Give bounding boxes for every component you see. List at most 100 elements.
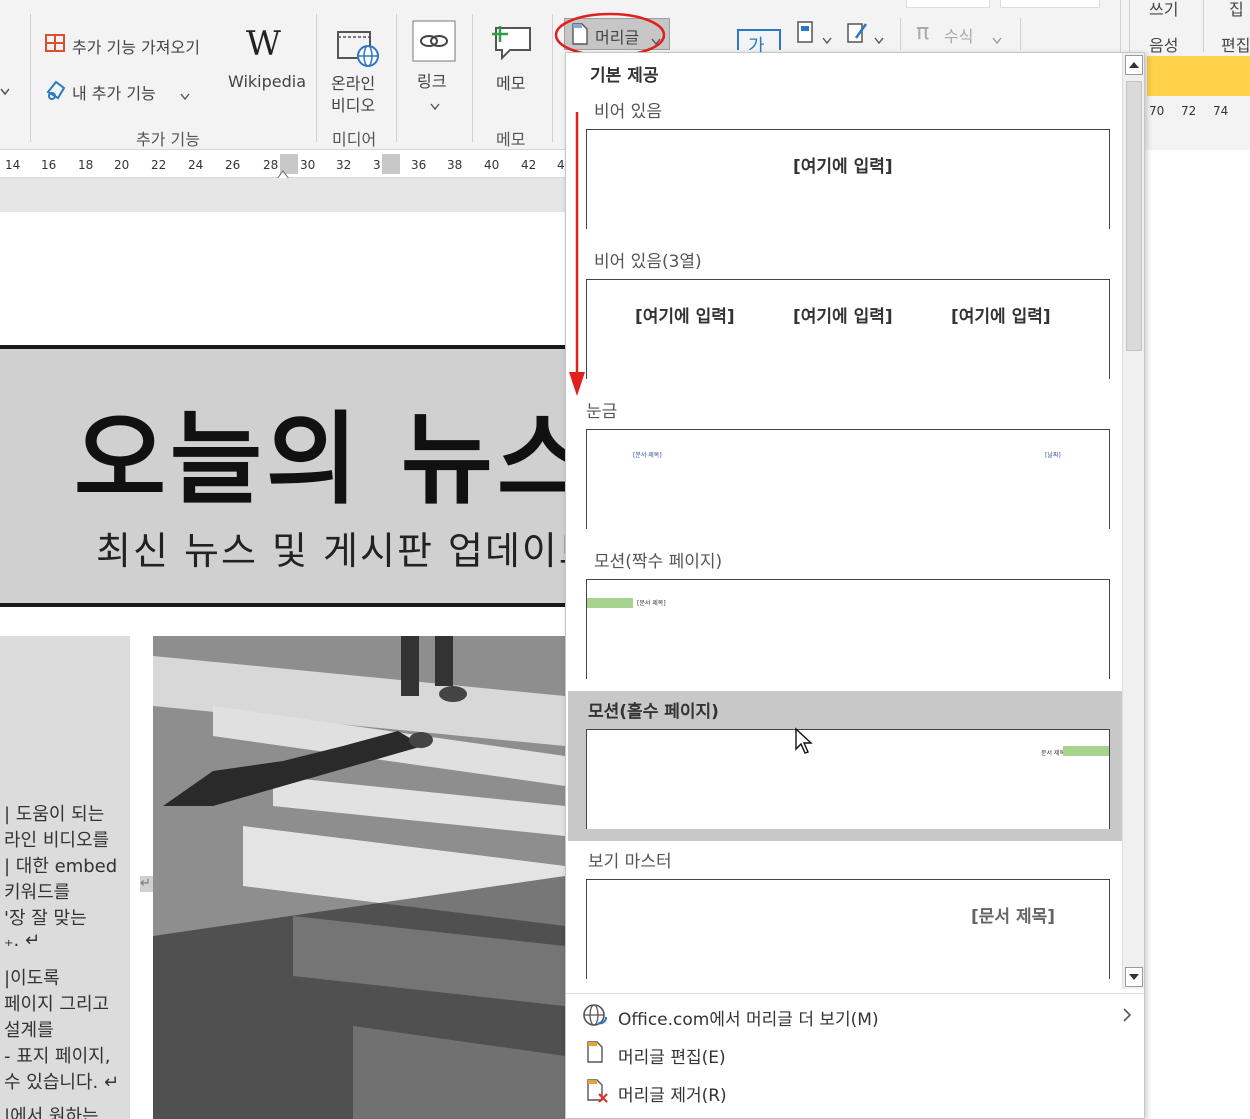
remove-header-icon xyxy=(586,1079,610,1109)
memo-icon xyxy=(490,22,534,66)
ruler-number: 42 xyxy=(521,158,537,172)
link-button[interactable]: 링크 xyxy=(410,20,460,111)
placeholder-text: 문서 제목 xyxy=(1041,750,1065,757)
ruler-num: 70 xyxy=(1149,104,1165,118)
placeholder-text: [문서 제목] xyxy=(637,600,666,607)
chevron-down-icon xyxy=(430,96,440,115)
body-text-line: 수 있습니다. ↵ xyxy=(4,1072,120,1093)
gallery-item-blank-3col[interactable]: 비어 있음(3열) [여기에 입력] [여기에 입력] [여기에 입력] xyxy=(566,241,1122,391)
ruler-number: 24 xyxy=(188,158,204,172)
ruler-number: 30 xyxy=(300,158,316,172)
online-video-label-2: 비디오 xyxy=(331,96,376,115)
scroll-down-arrow-icon xyxy=(1129,974,1139,980)
my-addins-label: 내 추가 기능 xyxy=(72,84,156,103)
scroll-up-button[interactable] xyxy=(1125,55,1143,75)
ruler-number: 22 xyxy=(151,158,167,172)
gallery-item-label: 비어 있음 xyxy=(594,102,662,122)
get-addins-button[interactable]: 추가 기능 가져오기 xyxy=(44,30,224,60)
gallery-item-label: 모션(홀수 페이지) xyxy=(588,702,719,722)
ruler-number: 18 xyxy=(78,158,94,172)
more-headers-menu-item[interactable]: Office.com에서 머리글 더 보기(M) xyxy=(580,995,1132,1033)
ruler-number: 14 xyxy=(5,158,21,172)
gallery-item-label: 눈금 xyxy=(586,402,618,422)
placeholder-text: [여기에 입력] xyxy=(793,157,893,177)
ruler-number: 32 xyxy=(336,158,352,172)
edit-header-menu-item[interactable]: 머리글 편집(E) xyxy=(580,1035,1130,1073)
quick-parts-button[interactable] xyxy=(796,20,834,48)
signature-line-button[interactable] xyxy=(846,20,886,48)
header-gallery-dropdown: 기본 제공 비어 있음 [여기에 입력] 비어 있음(3열) [여기에 입력] … xyxy=(565,52,1145,1119)
wikipedia-button[interactable]: W Wikipedia xyxy=(222,24,306,104)
body-text-line: 설계를 xyxy=(4,1020,54,1041)
ruler-number: 36 xyxy=(411,158,427,172)
crosswalk-image xyxy=(153,636,565,1119)
signature-pen-icon xyxy=(846,23,870,48)
ruler-marker[interactable] xyxy=(382,154,400,174)
placeholder-text: [여기에 입력] xyxy=(951,307,1051,327)
gallery-item-label: 보기 마스터 xyxy=(588,852,672,872)
scroll-thumb[interactable] xyxy=(1126,81,1142,351)
yellow-highlight-bar xyxy=(1147,56,1250,96)
gallery-item-blank[interactable]: 비어 있음 [여기에 입력] xyxy=(566,91,1122,241)
gallery-item-motion-odd[interactable]: 모션(홀수 페이지) 문서 제목 xyxy=(566,691,1122,841)
gallery-preview: 문서 제목 xyxy=(586,729,1110,829)
placeholder-text: [날짜] xyxy=(1045,452,1061,459)
wikipedia-label: Wikipedia xyxy=(228,72,307,91)
body-text-line: |이도록 xyxy=(4,968,60,989)
red-arrow-annotation xyxy=(566,110,590,400)
chevron-down-icon xyxy=(822,30,832,49)
text-box-button[interactable]: 가 xyxy=(736,26,782,57)
collapse-chevron-icon[interactable] xyxy=(0,84,10,98)
pi-icon: π xyxy=(916,20,930,45)
online-video-label-1: 온라인 xyxy=(331,74,376,93)
crosswalk-photo[interactable] xyxy=(153,636,565,1119)
edit-header-label: 머리글 편집(E) xyxy=(618,1048,726,1068)
document-subtitle[interactable]: 최신 뉴스 및 게시판 업데이트 xyxy=(96,520,596,575)
online-video-button[interactable]: 온라인 비디오 xyxy=(328,24,388,115)
memo-group-label: 메모 xyxy=(496,130,526,149)
remove-header-menu-item[interactable]: 머리글 제거(R) xyxy=(580,1073,1130,1111)
link-icon xyxy=(412,20,456,66)
paragraph-mark: ↵ xyxy=(140,876,154,892)
gallery-item-label: 비어 있음(3열) xyxy=(594,252,702,272)
link-label: 링크 xyxy=(417,72,447,91)
chevron-down-icon xyxy=(992,30,1002,49)
scroll-down-button[interactable] xyxy=(1125,967,1143,987)
gallery-preview: [여기에 입력] [여기에 입력] [여기에 입력] xyxy=(586,279,1110,379)
gallery-item-motion-even[interactable]: 모션(짝수 페이지) [문서 제목] xyxy=(566,541,1122,691)
section-title: 기본 제공 xyxy=(590,66,659,86)
edit-header-icon xyxy=(586,1041,606,1069)
gallery-item-label: 모션(짝수 페이지) xyxy=(594,552,723,572)
gallery-item-grid[interactable]: 눈금 [문서 제목] [날짜] xyxy=(566,391,1122,541)
motion-color-bar xyxy=(587,598,633,608)
ruler-number: 26 xyxy=(225,158,241,172)
document-title[interactable]: 오늘의 뉴스 xyxy=(74,378,593,523)
store-icon xyxy=(44,32,66,58)
ruler-number: 16 xyxy=(41,158,57,172)
ruler-num: 74 xyxy=(1213,104,1229,118)
gallery-preview: [문서 제목] xyxy=(586,879,1110,979)
wikipedia-icon: W xyxy=(246,24,281,64)
voice-group-label: 음성 xyxy=(1149,36,1179,55)
quick-parts-icon xyxy=(796,21,816,48)
new-memo-button[interactable]: 메모 xyxy=(486,22,540,102)
gallery-item-view-master[interactable]: 보기 마스터 [문서 제목] xyxy=(566,841,1122,989)
body-text-line: 라인 비디오를 xyxy=(4,830,110,851)
get-addins-label: 추가 기능 가져오기 xyxy=(72,38,200,57)
placeholder-text: [문서 제목] xyxy=(971,907,1056,927)
equation-button[interactable]: π 수식 xyxy=(916,20,1006,48)
equation-label: 수식 xyxy=(944,27,974,46)
tab-home[interactable]: 집 xyxy=(1229,0,1244,20)
remove-header-label: 머리글 제거(R) xyxy=(618,1086,727,1106)
ruler-number: 20 xyxy=(114,158,130,172)
body-text-column[interactable]: | 도움이 되는 라인 비디오를 | 대한 embed 키워드를 '장 잘 맞는… xyxy=(0,636,130,1119)
horizontal-ruler[interactable]: 14 16 18 20 22 24 26 28 30 32 3 36 38 40… xyxy=(0,150,565,180)
addins-group-label: 추가 기능 xyxy=(136,130,200,149)
ruler-number: 40 xyxy=(484,158,500,172)
addins-shape-icon xyxy=(44,78,68,106)
my-addins-button[interactable]: 내 추가 기능 xyxy=(44,76,204,106)
online-video-icon xyxy=(336,28,380,72)
gallery-scrollbar[interactable] xyxy=(1122,53,1144,989)
ruler-number: 4 xyxy=(557,158,565,172)
tab-write[interactable]: 쓰기 xyxy=(1149,0,1178,20)
